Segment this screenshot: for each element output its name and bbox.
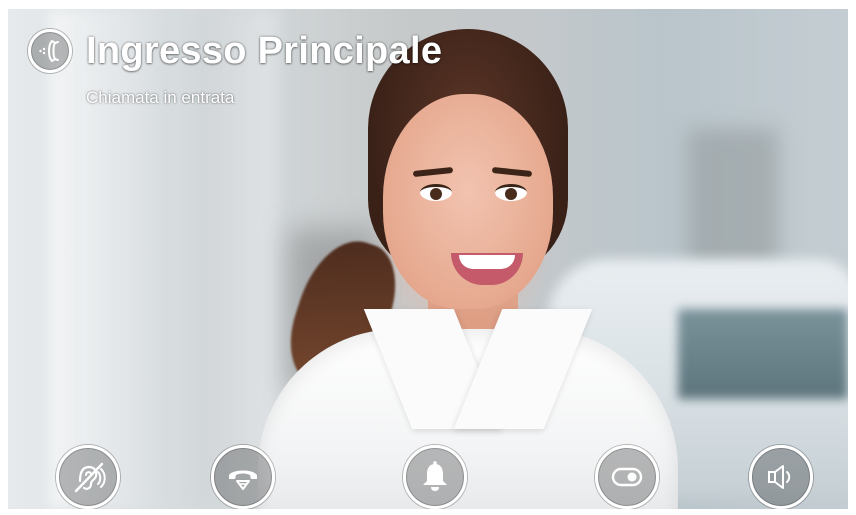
call-header: Ingresso Principale <box>28 29 442 73</box>
speaker-icon <box>768 465 791 489</box>
visitor-eye <box>495 184 527 201</box>
toggle-icon <box>611 467 643 487</box>
background-object <box>688 129 778 269</box>
doorbell-intercom-icon[interactable] <box>28 29 72 73</box>
handset-icon <box>229 470 257 490</box>
call-status: Chiamata in entrata <box>86 88 235 107</box>
volume-button[interactable] <box>749 445 813 509</box>
page-title: Ingresso Principale <box>86 30 443 72</box>
visitor-eye <box>420 184 452 201</box>
video-feed: Ingresso Principale Chiamata in entrata <box>8 9 848 509</box>
background-pillar <box>48 9 158 509</box>
bell-icon <box>423 461 447 491</box>
bell-button[interactable] <box>403 445 467 509</box>
ear-mute-icon <box>74 462 106 493</box>
background-car-window <box>678 309 848 399</box>
mute-audio-button[interactable] <box>56 445 120 509</box>
toggle-button[interactable] <box>595 445 659 509</box>
answer-call-button[interactable] <box>211 445 275 509</box>
